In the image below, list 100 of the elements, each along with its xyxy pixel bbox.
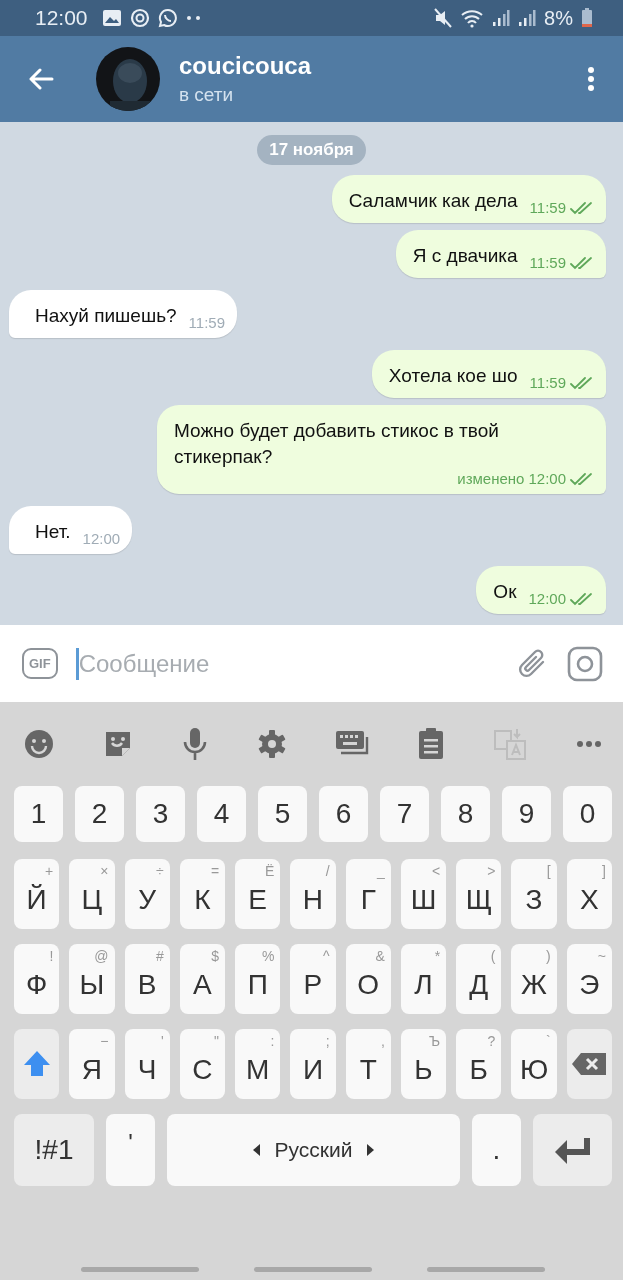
back-arrow-icon[interactable] — [28, 68, 54, 90]
letter-key[interactable]: ( Д — [456, 944, 502, 1014]
key-label: Щ — [465, 884, 492, 916]
enter-key[interactable] — [533, 1114, 612, 1186]
key-hint: # — [156, 948, 164, 964]
letter-key[interactable]: × Ц — [69, 859, 115, 929]
letter-key[interactable]: " С — [179, 1029, 226, 1099]
key-label: Х — [579, 884, 599, 916]
letter-key[interactable]: ) Ж — [511, 944, 557, 1014]
number-key[interactable]: 4 — [197, 786, 246, 842]
letter-key[interactable]: ' Ч — [124, 1029, 170, 1099]
number-key[interactable]: 7 — [380, 786, 429, 842]
key-hint: = — [210, 863, 220, 879]
letter-key[interactable]: , Т — [345, 1029, 391, 1099]
letter-key[interactable]: ; И — [290, 1029, 336, 1099]
nav-handle[interactable] — [254, 1267, 372, 1272]
shift-key[interactable] — [14, 1029, 60, 1099]
letter-key[interactable]: − Я — [69, 1029, 115, 1099]
letter-key[interactable]: # В — [124, 944, 170, 1014]
key-hint: & — [375, 948, 385, 964]
double-check-icon — [570, 471, 594, 486]
clock-time: 12:00 — [35, 6, 88, 30]
letter-key[interactable]: < Ш — [400, 859, 447, 929]
letter-key[interactable]: + Й — [14, 859, 60, 929]
message-text: Саламчик как дела — [348, 189, 518, 213]
contact-status: в сети — [179, 84, 235, 106]
message-time: 11:59 — [188, 314, 226, 331]
letter-key[interactable]: ! Ф — [14, 944, 60, 1014]
number-key[interactable]: 9 — [502, 786, 551, 842]
key-label: Ж — [521, 969, 547, 1001]
letter-key[interactable]: > Щ — [456, 859, 502, 929]
key-hint: ] — [602, 863, 606, 879]
number-key[interactable]: 3 — [136, 786, 185, 842]
number-key[interactable]: 8 — [441, 786, 490, 842]
key-hint: ' — [161, 1033, 164, 1049]
emoji-icon[interactable] — [24, 729, 54, 759]
message-time: 12:00 — [528, 590, 566, 607]
number-key[interactable]: 6 — [319, 786, 368, 842]
nav-handle[interactable] — [81, 1267, 200, 1272]
letter-key[interactable]: * Л — [400, 944, 447, 1014]
number-key[interactable]: 2 — [75, 786, 124, 842]
microphone-icon[interactable] — [181, 727, 208, 761]
key-hint: ` — [546, 1033, 551, 1049]
message-text: Хотела кое шо — [388, 364, 518, 388]
apostrophe-key[interactable]: ' — [106, 1114, 155, 1186]
nav-handle[interactable] — [426, 1267, 545, 1272]
letter-key[interactable]: _ Г — [345, 859, 391, 929]
space-key[interactable]: Русский — [167, 1114, 460, 1186]
camera-icon[interactable] — [567, 645, 603, 682]
letter-key[interactable]: ? Б — [456, 1029, 502, 1099]
key-label: Ч — [137, 1054, 157, 1086]
letter-key[interactable]: ] Х — [566, 859, 612, 929]
signal-icon — [518, 9, 537, 27]
backspace-key[interactable] — [566, 1029, 612, 1099]
letter-key[interactable]: Ъ Ь — [400, 1029, 447, 1099]
double-check-icon — [570, 255, 594, 270]
letter-key[interactable]: [ З — [511, 859, 557, 929]
letter-key[interactable]: ` Ю — [511, 1029, 557, 1099]
number-key[interactable]: 5 — [258, 786, 307, 842]
letter-key[interactable]: ^ Р — [290, 944, 336, 1014]
key-label: Т — [359, 1054, 377, 1086]
key-hint: ? — [487, 1033, 496, 1049]
message-text: Можно будет добавить стикос в твой стикерпак? — [174, 419, 500, 469]
more-icon[interactable] — [575, 740, 602, 748]
letter-key[interactable]: : М — [235, 1029, 281, 1099]
symbols-key[interactable]: !#1 — [14, 1114, 94, 1186]
key-hint: + — [45, 863, 54, 879]
letter-key[interactable]: / Н — [290, 859, 336, 929]
backspace-icon — [571, 1052, 608, 1076]
letter-key[interactable]: = К — [179, 859, 226, 929]
message-text: Я с двачика — [412, 244, 518, 268]
key-label: Л — [414, 969, 433, 1001]
letter-key[interactable]: ~ Э — [566, 944, 612, 1014]
double-check-icon — [570, 375, 594, 390]
letter-key[interactable]: % П — [235, 944, 281, 1014]
letter-key[interactable]: ÷ У — [124, 859, 170, 929]
wifi-icon — [460, 8, 485, 28]
key-hint: : — [270, 1033, 275, 1049]
letter-key[interactable]: Ё Е — [235, 859, 281, 929]
menu-icon[interactable] — [587, 66, 595, 92]
message-time: 11:59 — [529, 374, 566, 391]
key-label: У — [138, 884, 157, 916]
period-key[interactable]: . — [472, 1114, 521, 1186]
key-hint: ; — [325, 1033, 330, 1049]
clipboard-icon[interactable] — [418, 728, 445, 760]
number-key[interactable]: 1 — [14, 786, 63, 842]
message-text: Нахуй пишешь? — [35, 304, 177, 328]
chat-bubble-icon — [157, 8, 178, 28]
letter-key[interactable]: @ Ы — [69, 944, 115, 1014]
settings-icon[interactable] — [256, 729, 287, 759]
letter-key[interactable]: & О — [345, 944, 391, 1014]
key-label: Й — [26, 884, 47, 916]
key-label: Э — [579, 969, 600, 1001]
key-hint: − — [100, 1033, 109, 1049]
message-text: Нет. — [35, 520, 71, 544]
key-label: Г — [360, 884, 376, 916]
letter-key[interactable]: $ А — [179, 944, 226, 1014]
number-key[interactable]: 0 — [563, 786, 612, 842]
message-input[interactable]: Сообщение — [75, 647, 499, 680]
key-label: М — [246, 1054, 270, 1086]
